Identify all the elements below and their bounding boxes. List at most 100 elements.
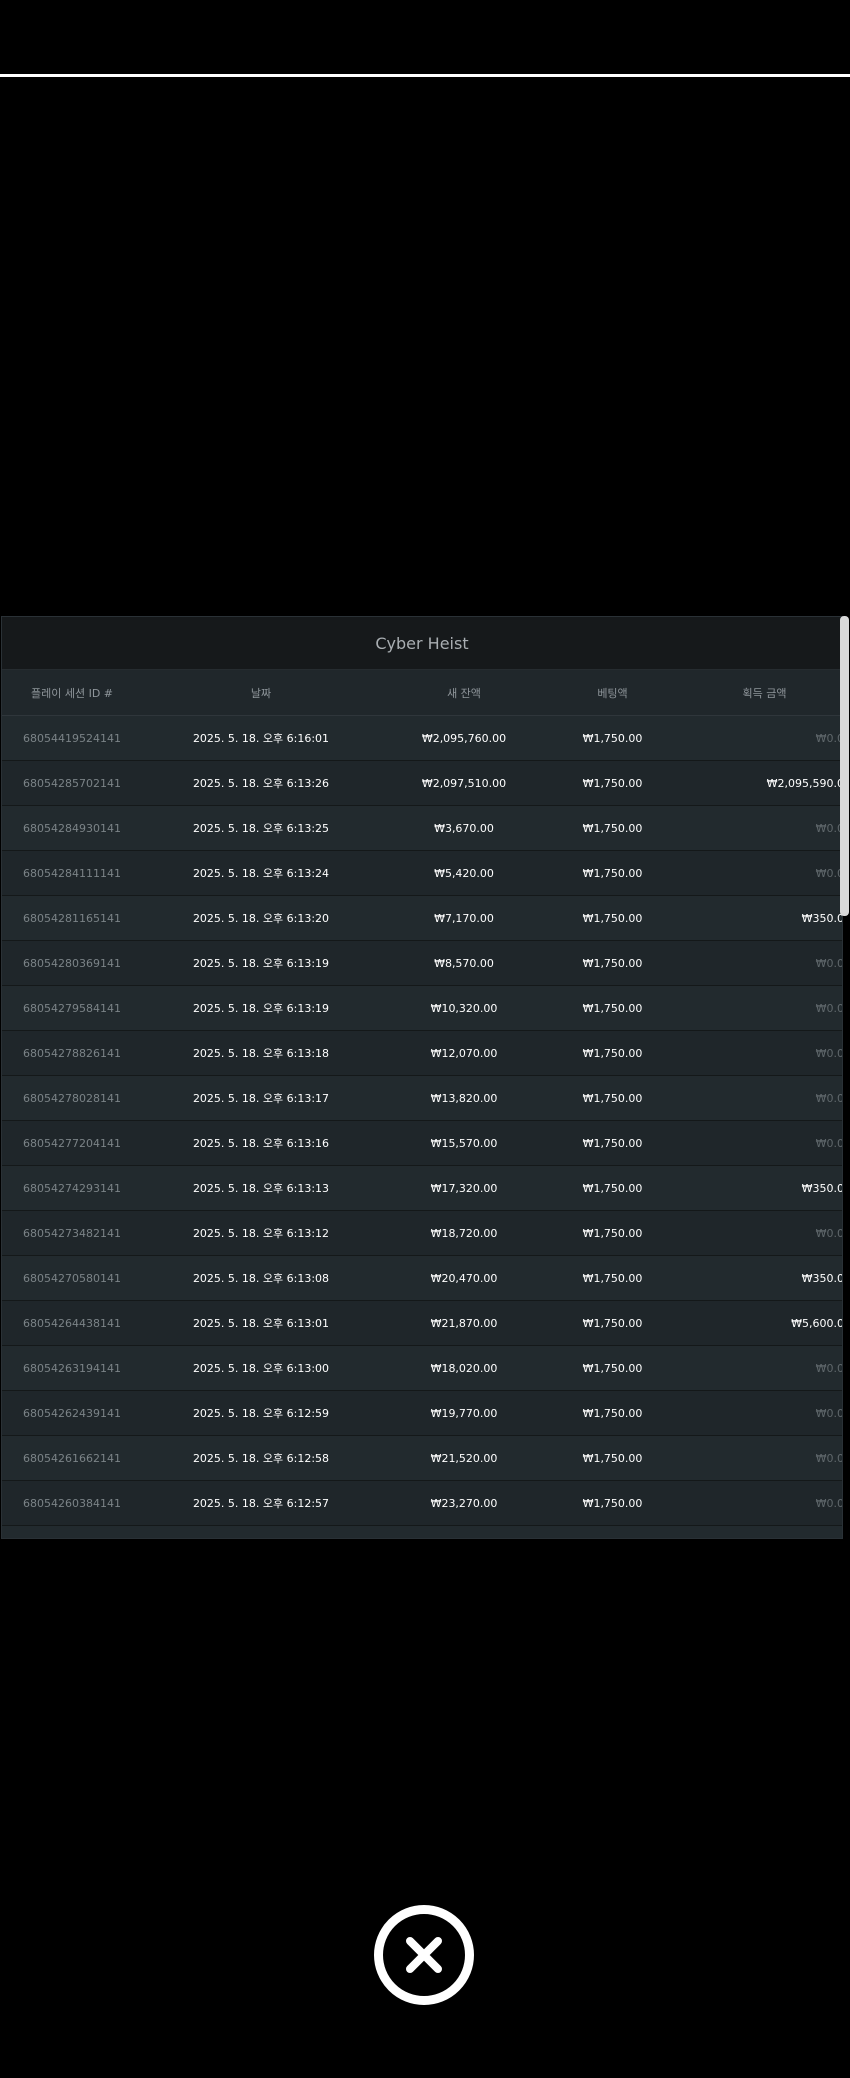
table-row[interactable]: 68054419524141 2025. 5. 18. 오후 6:16:01 ₩2,… xyxy=(2,715,842,761)
game-history-screen: Cyber Heist 플레이 세션 ID # 날짜 새 잔액 베팅액 획득 금… xyxy=(0,0,850,2078)
cell-win: ₩0.00 xyxy=(677,1480,842,1526)
cell-session-id: 68054260384141 xyxy=(2,1480,142,1526)
panel-scrollbar[interactable] xyxy=(840,616,849,916)
cell-bet: ₩1,750.00 xyxy=(548,1390,677,1436)
header-bet: 베팅액 xyxy=(548,670,677,716)
table-header-row: 플레이 세션 ID # 날짜 새 잔액 베팅액 획득 금액 xyxy=(2,670,842,716)
cell-new-balance: ₩5,420.00 xyxy=(380,850,548,896)
cell-win: ₩0.00 xyxy=(677,715,842,761)
cell-bet: ₩1,750.00 xyxy=(548,850,677,896)
cell-date: 2025. 5. 18. 오후 6:12:59 xyxy=(142,1390,380,1436)
history-panel: Cyber Heist 플레이 세션 ID # 날짜 새 잔액 베팅액 획득 금… xyxy=(1,616,843,1539)
cell-bet: ₩1,750.00 xyxy=(548,1525,677,1538)
cell-session-id: 68054278028141 xyxy=(2,1075,142,1121)
header-win: 획득 금액 xyxy=(677,670,842,716)
cell-session-id: 68054279584141 xyxy=(2,985,142,1031)
cell-date: 2025. 5. 18. 오후 6:12:58 xyxy=(142,1435,380,1481)
cell-session-id: 68054264438141 xyxy=(2,1300,142,1346)
table-row[interactable]: 68054280369141 2025. 5. 18. 오후 6:13:19 ₩8,… xyxy=(2,940,842,986)
cell-date: 2025. 5. 18. 오후 6:12:56 xyxy=(142,1525,380,1538)
cell-new-balance: ₩15,570.00 xyxy=(380,1120,548,1166)
cell-bet: ₩1,750.00 xyxy=(548,1345,677,1391)
table-row[interactable]: 68054270580141 2025. 5. 18. 오후 6:13:08 ₩20… xyxy=(2,1255,842,1301)
cell-win: ₩0.00 xyxy=(677,1435,842,1481)
cell-session-id: 68054419524141 xyxy=(2,715,142,761)
table-row[interactable]: 68054281165141 2025. 5. 18. 오후 6:13:20 ₩7,… xyxy=(2,895,842,941)
header-date: 날짜 xyxy=(142,670,380,716)
cell-new-balance: ₩7,170.00 xyxy=(380,895,548,941)
cell-new-balance: ₩17,320.00 xyxy=(380,1165,548,1211)
cell-session-id: 68054285702141 xyxy=(2,760,142,806)
cell-bet: ₩1,750.00 xyxy=(548,1300,677,1346)
cell-session-id: 68054284930141 xyxy=(2,805,142,851)
table-row[interactable]: 68054279584141 2025. 5. 18. 오후 6:13:19 ₩10… xyxy=(2,985,842,1031)
cell-win: ₩0.00 xyxy=(677,1525,842,1538)
cell-session-id: 68054284111141 xyxy=(2,850,142,896)
cell-new-balance: ₩3,670.00 xyxy=(380,805,548,851)
cell-new-balance: ₩18,020.00 xyxy=(380,1345,548,1391)
table-row[interactable]: 68054262439141 2025. 5. 18. 오후 6:12:59 ₩19… xyxy=(2,1390,842,1436)
cell-bet: ₩1,750.00 xyxy=(548,940,677,986)
cell-new-balance: ₩10,320.00 xyxy=(380,985,548,1031)
cell-win: ₩0.00 xyxy=(677,805,842,851)
cell-bet: ₩1,750.00 xyxy=(548,805,677,851)
cell-win: ₩0.00 xyxy=(677,1075,842,1121)
cell-date: 2025. 5. 18. 오후 6:13:00 xyxy=(142,1345,380,1391)
cell-win: ₩350.00 xyxy=(677,1165,842,1211)
cell-new-balance: ₩21,520.00 xyxy=(380,1435,548,1481)
cell-date: 2025. 5. 18. 오후 6:13:08 xyxy=(142,1255,380,1301)
cell-session-id: 68054280369141 xyxy=(2,940,142,986)
cell-date: 2025. 5. 18. 오후 6:13:12 xyxy=(142,1210,380,1256)
table-row[interactable]: 68054264438141 2025. 5. 18. 오후 6:13:01 ₩21… xyxy=(2,1300,842,1346)
table-row[interactable]: 68054278826141 2025. 5. 18. 오후 6:13:18 ₩12… xyxy=(2,1030,842,1076)
cell-session-id: 68054261662141 xyxy=(2,1435,142,1481)
cell-session-id: 68054270580141 xyxy=(2,1255,142,1301)
table-row[interactable]: 68054277204141 2025. 5. 18. 오후 6:13:16 ₩15… xyxy=(2,1120,842,1166)
table-row[interactable]: 68054285702141 2025. 5. 18. 오후 6:13:26 ₩2,… xyxy=(2,760,842,806)
close-button[interactable] xyxy=(374,1905,474,2005)
cell-session-id: 68054273482141 xyxy=(2,1210,142,1256)
table-row[interactable]: 68054273482141 2025. 5. 18. 오후 6:13:12 ₩18… xyxy=(2,1210,842,1256)
close-icon xyxy=(406,1937,442,1973)
cell-new-balance: ₩2,095,760.00 xyxy=(380,715,548,761)
history-rows: 68054419524141 2025. 5. 18. 오후 6:16:01 ₩2,… xyxy=(2,715,842,1538)
cell-win: ₩0.00 xyxy=(677,940,842,986)
cell-win: ₩5,600.00 xyxy=(677,1300,842,1346)
table-row[interactable]: 68054284930141 2025. 5. 18. 오후 6:13:25 ₩3,… xyxy=(2,805,842,851)
table-row[interactable]: 68054278028141 2025. 5. 18. 오후 6:13:17 ₩13… xyxy=(2,1075,842,1121)
cell-win: ₩0.00 xyxy=(677,1345,842,1391)
header-new-balance: 새 잔액 xyxy=(380,670,548,716)
cell-new-balance: ₩19,770.00 xyxy=(380,1390,548,1436)
cell-session-id: 68054278826141 xyxy=(2,1030,142,1076)
cell-win: ₩0.00 xyxy=(677,1120,842,1166)
table-row[interactable]: 68054261662141 2025. 5. 18. 오후 6:12:58 ₩21… xyxy=(2,1435,842,1481)
table-row[interactable]: 680542595901412025. 5. 18. 오후 6:12:56₩25… xyxy=(2,1525,842,1538)
cell-bet: ₩1,750.00 xyxy=(548,1165,677,1211)
table-row[interactable]: 68054260384141 2025. 5. 18. 오후 6:12:57 ₩23… xyxy=(2,1480,842,1526)
cell-date: 2025. 5. 18. 오후 6:12:57 xyxy=(142,1480,380,1526)
table-row[interactable]: 68054284111141 2025. 5. 18. 오후 6:13:24 ₩5,… xyxy=(2,850,842,896)
cell-session-id: 68054281165141 xyxy=(2,895,142,941)
cell-date: 2025. 5. 18. 오후 6:13:18 xyxy=(142,1030,380,1076)
cell-bet: ₩1,750.00 xyxy=(548,715,677,761)
cell-new-balance: ₩8,570.00 xyxy=(380,940,548,986)
top-divider xyxy=(0,74,850,77)
cell-bet: ₩1,750.00 xyxy=(548,1255,677,1301)
cell-new-balance: ₩21,870.00 xyxy=(380,1300,548,1346)
header-session-id: 플레이 세션 ID # xyxy=(2,670,142,716)
cell-bet: ₩1,750.00 xyxy=(548,1480,677,1526)
table-row[interactable]: 68054274293141 2025. 5. 18. 오후 6:13:13 ₩17… xyxy=(2,1165,842,1211)
cell-bet: ₩1,750.00 xyxy=(548,895,677,941)
cell-new-balance: ₩12,070.00 xyxy=(380,1030,548,1076)
cell-new-balance: ₩23,270.00 xyxy=(380,1480,548,1526)
cell-bet: ₩1,750.00 xyxy=(548,1435,677,1481)
cell-bet: ₩1,750.00 xyxy=(548,985,677,1031)
table-row[interactable]: 68054263194141 2025. 5. 18. 오후 6:13:00 ₩18… xyxy=(2,1345,842,1391)
cell-session-id: 68054263194141 xyxy=(2,1345,142,1391)
cell-new-balance: ₩20,470.00 xyxy=(380,1255,548,1301)
cell-new-balance: ₩25,020.00 xyxy=(380,1525,548,1538)
cell-date: 2025. 5. 18. 오후 6:13:13 xyxy=(142,1165,380,1211)
cell-date: 2025. 5. 18. 오후 6:13:19 xyxy=(142,985,380,1031)
cell-date: 2025. 5. 18. 오후 6:13:24 xyxy=(142,850,380,896)
cell-win: ₩0.00 xyxy=(677,1210,842,1256)
